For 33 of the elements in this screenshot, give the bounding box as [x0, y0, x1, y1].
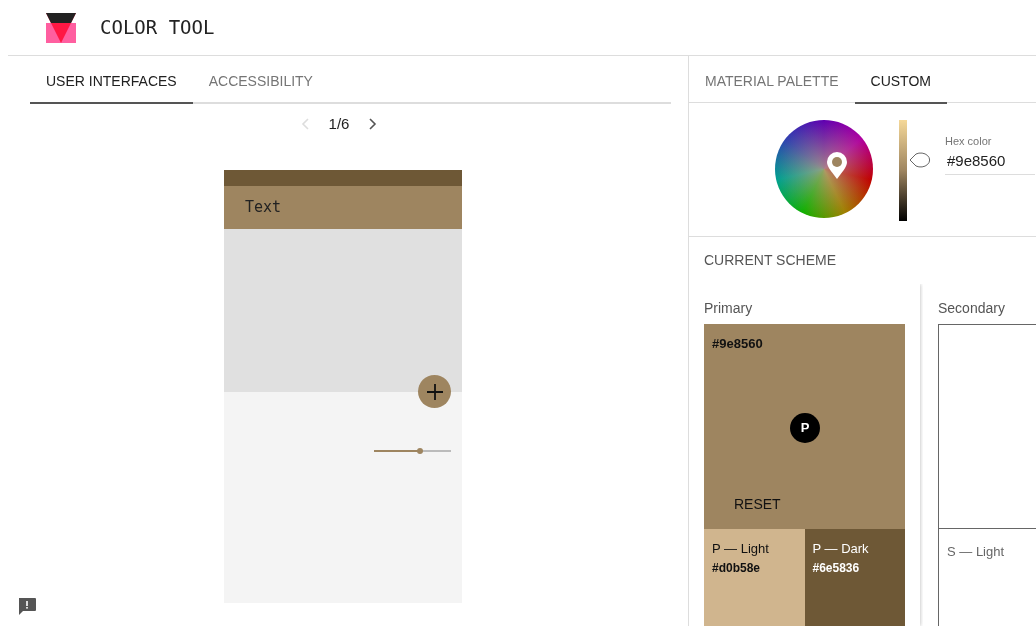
logo-icon: [46, 12, 76, 43]
card-label: Primary: [704, 299, 754, 318]
variant-label: P — Dark: [812, 540, 870, 558]
chevron-right-icon[interactable]: [369, 118, 378, 130]
section-title: CURRENT SCHEME: [704, 251, 836, 270]
primary-swatch[interactable]: #9e8560 P RESET: [704, 324, 905, 529]
variant-label: S — Light: [947, 544, 1005, 559]
slider[interactable]: [374, 446, 451, 456]
hex-label: Hex color: [945, 134, 993, 149]
primary-badge: P: [790, 413, 820, 443]
pin-icon[interactable]: [826, 152, 848, 180]
tab[interactable]: ACCESSIBILITY: [192, 60, 329, 104]
page-indicator: 1/6: [328, 113, 350, 134]
secondary-swatch[interactable]: [938, 324, 1036, 529]
slider-thumb[interactable]: [417, 448, 424, 454]
add-button[interactable]: [418, 375, 451, 408]
tab[interactable]: MATERIAL PALETTE: [689, 60, 855, 104]
app-bar-title: Text: [245, 197, 282, 219]
variant-swatch[interactable]: P — Light #d0b58e: [704, 529, 805, 626]
tab[interactable]: USER INTERFACES: [30, 60, 193, 104]
hex-code: #d0b58e: [712, 559, 762, 577]
hex-code: #6e5836: [812, 559, 861, 577]
hex-input[interactable]: #9e8560: [945, 149, 1029, 172]
card-label: Secondary: [938, 299, 1006, 318]
slider-handle-icon[interactable]: [909, 151, 933, 170]
tab[interactable]: CUSTOM: [854, 60, 947, 104]
variant-swatch[interactable]: P — Dark #6e5836: [804, 529, 905, 626]
variant-label: P — Light: [712, 540, 770, 558]
reset-button[interactable]: RESET: [726, 490, 789, 519]
feedback-icon[interactable]: [17, 597, 37, 616]
hex-code: #9e8560: [712, 335, 763, 353]
app-title: COLOR TOOL: [100, 15, 215, 41]
plus-icon: [425, 382, 444, 401]
